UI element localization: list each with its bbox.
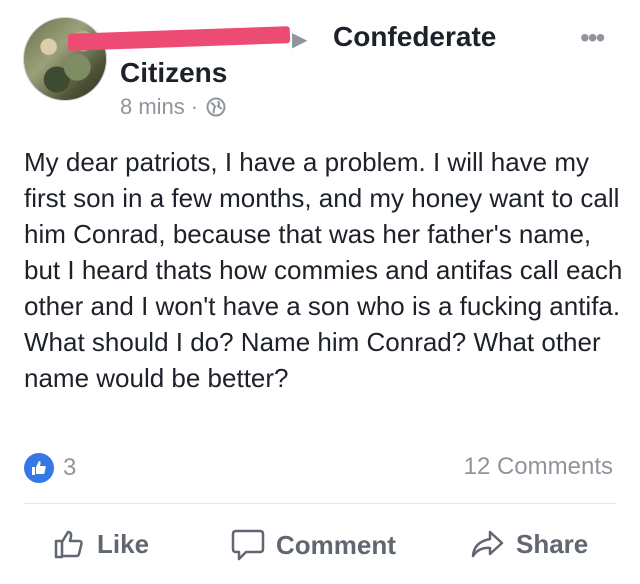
reaction-summary[interactable]: 3 [24, 453, 76, 483]
post-meta: 8 mins · [120, 94, 226, 120]
comment-button-label: Comment [276, 529, 396, 560]
speech-bubble-icon [231, 529, 265, 561]
share-button-label: Share [516, 528, 589, 559]
group-name-link[interactable]: Confederate [333, 21, 496, 53]
group-name-link-continued[interactable]: Citizens [120, 57, 227, 89]
post-body-text: My dear patriots, I have a problem. I wi… [24, 147, 623, 393]
arrow-right-icon: ▶ [292, 29, 308, 51]
like-button[interactable]: Like [53, 528, 149, 560]
post-timestamp[interactable]: 8 mins [120, 94, 185, 120]
comments-count-link[interactable]: 12 Comments [464, 453, 613, 481]
meta-separator: · [190, 94, 199, 119]
globe-icon[interactable] [206, 97, 226, 117]
thumbs-up-outline-icon [54, 530, 83, 559]
share-button[interactable]: Share [470, 528, 588, 560]
divider [24, 503, 616, 504]
like-count: 3 [63, 454, 77, 481]
more-dots-icon[interactable]: ••• [580, 22, 605, 54]
group-avatar[interactable] [23, 17, 107, 101]
like-button-label: Like [97, 528, 150, 559]
thumbs-up-icon [24, 453, 54, 483]
redacted-author-name [67, 26, 291, 51]
share-arrow-icon [471, 530, 504, 558]
comment-button[interactable]: Comment [230, 528, 396, 562]
